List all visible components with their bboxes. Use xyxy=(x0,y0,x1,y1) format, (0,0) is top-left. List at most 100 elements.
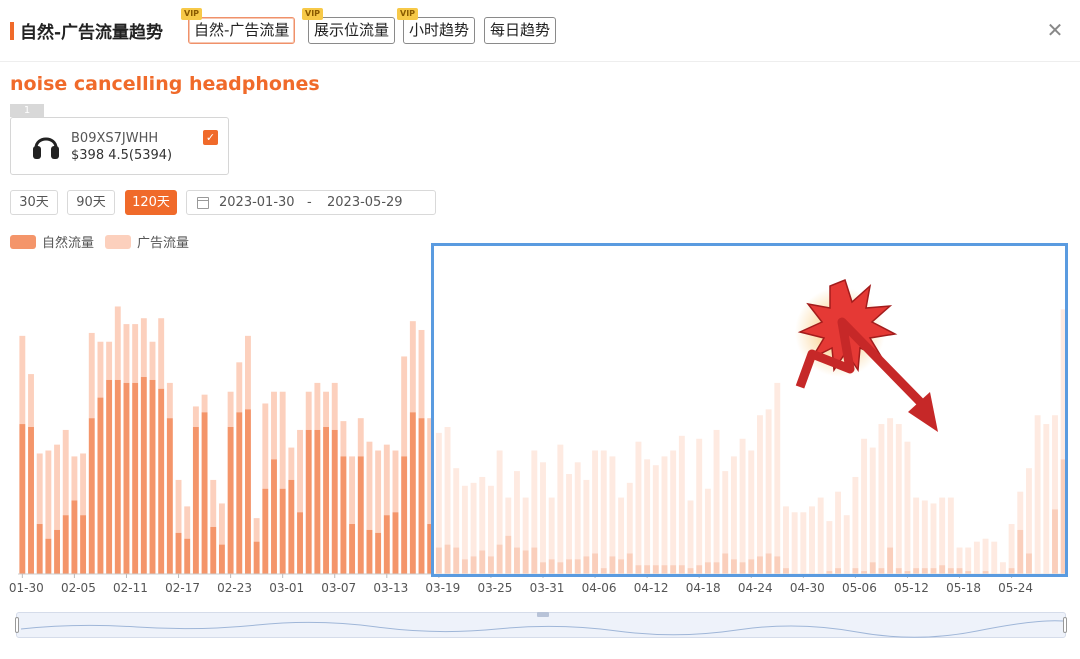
bar-ad-traffic[interactable] xyxy=(349,456,356,525)
bar-organic-traffic[interactable] xyxy=(140,377,147,574)
bar-organic-traffic[interactable] xyxy=(123,382,130,574)
bar-ad-traffic[interactable] xyxy=(401,356,408,457)
bar-ad-traffic[interactable] xyxy=(114,306,121,380)
legend-item-organic[interactable]: 自然流量 xyxy=(10,232,94,251)
bar-organic-traffic[interactable] xyxy=(383,515,390,574)
bar-ad-traffic[interactable] xyxy=(383,444,390,516)
bar-ad-traffic[interactable] xyxy=(175,479,182,533)
bar-organic-traffic[interactable] xyxy=(175,532,182,574)
product-card[interactable]: B09XS7JWHH $398 4.5(5394) ✓ xyxy=(10,117,229,175)
bar-ad-traffic[interactable] xyxy=(140,318,147,378)
bar-organic-traffic[interactable] xyxy=(245,409,251,574)
date-range-picker[interactable]: 2023-01-30 - 2023-05-29 xyxy=(186,190,436,215)
range-30-days-button[interactable]: 30天 xyxy=(10,190,58,215)
bar-ad-traffic[interactable] xyxy=(245,335,251,410)
bar-organic-traffic[interactable] xyxy=(297,512,303,574)
bar-ad-traffic[interactable] xyxy=(340,421,347,457)
bar-ad-traffic[interactable] xyxy=(62,429,69,516)
bar-organic-traffic[interactable] xyxy=(340,456,347,574)
bar-ad-traffic[interactable] xyxy=(392,450,399,513)
bar-ad-traffic[interactable] xyxy=(88,332,95,419)
bar-ad-traffic[interactable] xyxy=(19,335,26,425)
bar-ad-traffic[interactable] xyxy=(45,450,52,539)
bar-organic-traffic[interactable] xyxy=(271,459,277,574)
bar-organic-traffic[interactable] xyxy=(88,418,95,574)
bar-organic-traffic[interactable] xyxy=(97,397,104,574)
slider-grip[interactable] xyxy=(537,612,549,617)
bar-organic-traffic[interactable] xyxy=(288,479,295,574)
bar-organic-traffic[interactable] xyxy=(331,429,338,574)
bar-organic-traffic[interactable] xyxy=(357,456,364,574)
bar-organic-traffic[interactable] xyxy=(80,515,87,574)
bar-organic-traffic[interactable] xyxy=(236,412,243,574)
bar-ad-traffic[interactable] xyxy=(323,391,330,427)
bar-ad-traffic[interactable] xyxy=(158,318,165,389)
bar-organic-traffic[interactable] xyxy=(279,488,286,574)
bar-ad-traffic[interactable] xyxy=(279,391,286,489)
bar-organic-traffic[interactable] xyxy=(114,379,121,574)
bar-organic-traffic[interactable] xyxy=(218,544,225,574)
product-checkbox[interactable]: ✓ xyxy=(203,130,218,145)
bar-ad-traffic[interactable] xyxy=(184,506,191,539)
bar-organic-traffic[interactable] xyxy=(210,526,217,574)
chart-zoom-slider[interactable] xyxy=(15,612,1067,638)
bar-ad-traffic[interactable] xyxy=(210,479,217,527)
bar-ad-traffic[interactable] xyxy=(80,453,87,516)
bar-ad-traffic[interactable] xyxy=(106,341,113,380)
bar-ad-traffic[interactable] xyxy=(253,518,260,542)
bar-organic-traffic[interactable] xyxy=(62,515,69,574)
bar-ad-traffic[interactable] xyxy=(366,441,373,530)
range-120-days-button[interactable]: 120天 xyxy=(125,190,177,215)
bar-ad-traffic[interactable] xyxy=(331,382,338,430)
bar-organic-traffic[interactable] xyxy=(323,427,330,574)
bar-organic-traffic[interactable] xyxy=(375,532,382,574)
bar-organic-traffic[interactable] xyxy=(45,538,52,574)
slider-handle-left[interactable] xyxy=(15,617,19,633)
bar-ad-traffic[interactable] xyxy=(297,429,303,513)
bar-organic-traffic[interactable] xyxy=(201,412,208,574)
bar-organic-traffic[interactable] xyxy=(392,512,399,574)
bar-ad-traffic[interactable] xyxy=(218,503,225,545)
bar-ad-traffic[interactable] xyxy=(262,403,269,489)
bar-ad-traffic[interactable] xyxy=(54,444,60,530)
tab-daily-trend[interactable]: 每日趋势 xyxy=(484,17,557,44)
bar-organic-traffic[interactable] xyxy=(71,500,78,575)
bar-ad-traffic[interactable] xyxy=(36,453,43,525)
bar-organic-traffic[interactable] xyxy=(409,412,416,574)
bar-organic-traffic[interactable] xyxy=(19,424,26,574)
bar-organic-traffic[interactable] xyxy=(158,388,165,574)
bar-ad-traffic[interactable] xyxy=(271,391,277,460)
bar-ad-traffic[interactable] xyxy=(71,456,78,501)
bar-organic-traffic[interactable] xyxy=(106,379,113,574)
bar-ad-traffic[interactable] xyxy=(288,447,295,480)
tab-organic-ad-traffic[interactable]: 自然-广告流量 xyxy=(188,17,296,44)
bar-organic-traffic[interactable] xyxy=(54,529,60,574)
tab-hourly-trend[interactable]: 小时趋势 xyxy=(403,17,476,44)
bar-ad-traffic[interactable] xyxy=(28,374,34,427)
bar-ad-traffic[interactable] xyxy=(409,321,416,413)
bar-organic-traffic[interactable] xyxy=(253,541,260,574)
bar-ad-traffic[interactable] xyxy=(227,391,234,427)
bar-organic-traffic[interactable] xyxy=(227,427,234,574)
bar-ad-traffic[interactable] xyxy=(357,418,364,457)
bar-organic-traffic[interactable] xyxy=(366,529,373,574)
bar-ad-traffic[interactable] xyxy=(149,341,156,380)
bar-organic-traffic[interactable] xyxy=(418,418,425,574)
bar-ad-traffic[interactable] xyxy=(201,394,208,413)
bar-organic-traffic[interactable] xyxy=(132,382,139,574)
bar-ad-traffic[interactable] xyxy=(418,329,425,419)
range-90-days-button[interactable]: 90天 xyxy=(67,190,115,215)
bar-ad-traffic[interactable] xyxy=(123,324,130,383)
bar-organic-traffic[interactable] xyxy=(28,427,34,574)
bar-organic-traffic[interactable] xyxy=(349,524,356,574)
tab-placement-traffic[interactable]: 展示位流量 xyxy=(308,17,396,44)
bar-organic-traffic[interactable] xyxy=(262,488,269,574)
close-icon[interactable]: ✕ xyxy=(1045,20,1065,40)
bar-ad-traffic[interactable] xyxy=(236,362,243,413)
bar-organic-traffic[interactable] xyxy=(36,524,43,574)
bar-organic-traffic[interactable] xyxy=(149,379,156,574)
bar-organic-traffic[interactable] xyxy=(166,418,173,574)
bar-ad-traffic[interactable] xyxy=(192,406,199,427)
slider-handle-right[interactable] xyxy=(1063,617,1067,633)
bar-ad-traffic[interactable] xyxy=(166,382,173,419)
